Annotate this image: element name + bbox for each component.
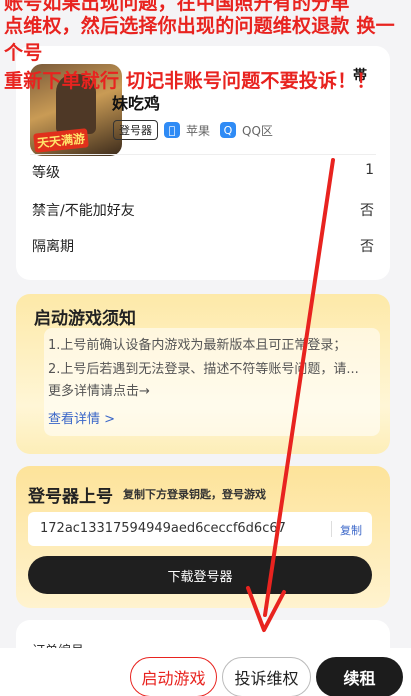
copy-key-button[interactable]: 复制 — [340, 522, 362, 538]
divider — [30, 154, 376, 155]
detail-value: 否 — [360, 203, 374, 219]
detail-label: 等级 — [32, 165, 60, 181]
complain-button[interactable]: 投诉维权 — [222, 657, 311, 696]
launch-notice-card: 启动游戏须知 1.上号前确认设备内游戏为最新版本且可正常登录； 2.上号后若遇到… — [16, 294, 390, 454]
overlay-caption-line3: 个号 — [4, 42, 43, 64]
platform-label: 苹果 — [186, 123, 211, 138]
notice-line: 1.上号前确认设备内游戏为最新版本且可正常登录； — [48, 338, 347, 353]
renew-button[interactable]: 续租 — [316, 657, 403, 696]
notice-line: 2.上号后若遇到无法登录、描述不符等账号问题，请... — [48, 362, 359, 377]
notice-body: 1.上号前确认设备内游戏为最新版本且可正常登录； 2.上号后若遇到无法登录、描述… — [44, 328, 380, 436]
region-label: QQ区 — [242, 123, 273, 138]
start-game-button[interactable]: 启动游戏 — [130, 657, 217, 696]
game-logo: 天天满游 — [33, 128, 89, 153]
detail-row-level: 等级 1 — [32, 162, 374, 182]
detail-value: 1 — [365, 162, 374, 178]
detail-value: 否 — [360, 239, 374, 255]
login-subtitle: 复制下方登录钥匙，登号游戏 — [123, 488, 266, 501]
qq-icon: Q — [220, 122, 237, 138]
notice-line: 更多详情请点击→ — [48, 384, 150, 399]
login-key-value: 172ac13317594949aed6ceccf6d6c67 — [40, 521, 286, 536]
overlay-caption-line4: 重新下单就行 切记非账号问题不要投诉！！ — [4, 70, 376, 92]
detail-row-mute: 禁言/不能加好友 否 — [32, 200, 374, 220]
detail-label: 隔离期 — [32, 239, 74, 255]
notice-title: 启动游戏须知 — [34, 309, 136, 329]
login-title: 登号器上号 — [28, 487, 113, 507]
view-details-link[interactable]: 查看详情 > — [48, 408, 115, 427]
download-login-tool-button[interactable]: 下载登号器 — [28, 556, 372, 594]
detail-row-isolation: 隔离期 否 — [32, 236, 374, 256]
separator — [331, 521, 332, 537]
login-tool-tag: 登号器 — [113, 120, 158, 140]
detail-label: 禁言/不能加好友 — [32, 203, 135, 219]
login-key-field: 172ac13317594949aed6ceccf6d6c67 复制 — [28, 512, 372, 546]
overlay-caption-line2: 点维权，然后选择你出现的问题维权退款 换一 — [4, 15, 395, 37]
login-tool-card: 登号器上号 复制下方登录钥匙，登号游戏 172ac13317594949aed6… — [16, 466, 390, 608]
apple-icon:  — [164, 122, 180, 138]
product-tags: 登号器  苹果 Q QQ区 — [113, 120, 277, 140]
